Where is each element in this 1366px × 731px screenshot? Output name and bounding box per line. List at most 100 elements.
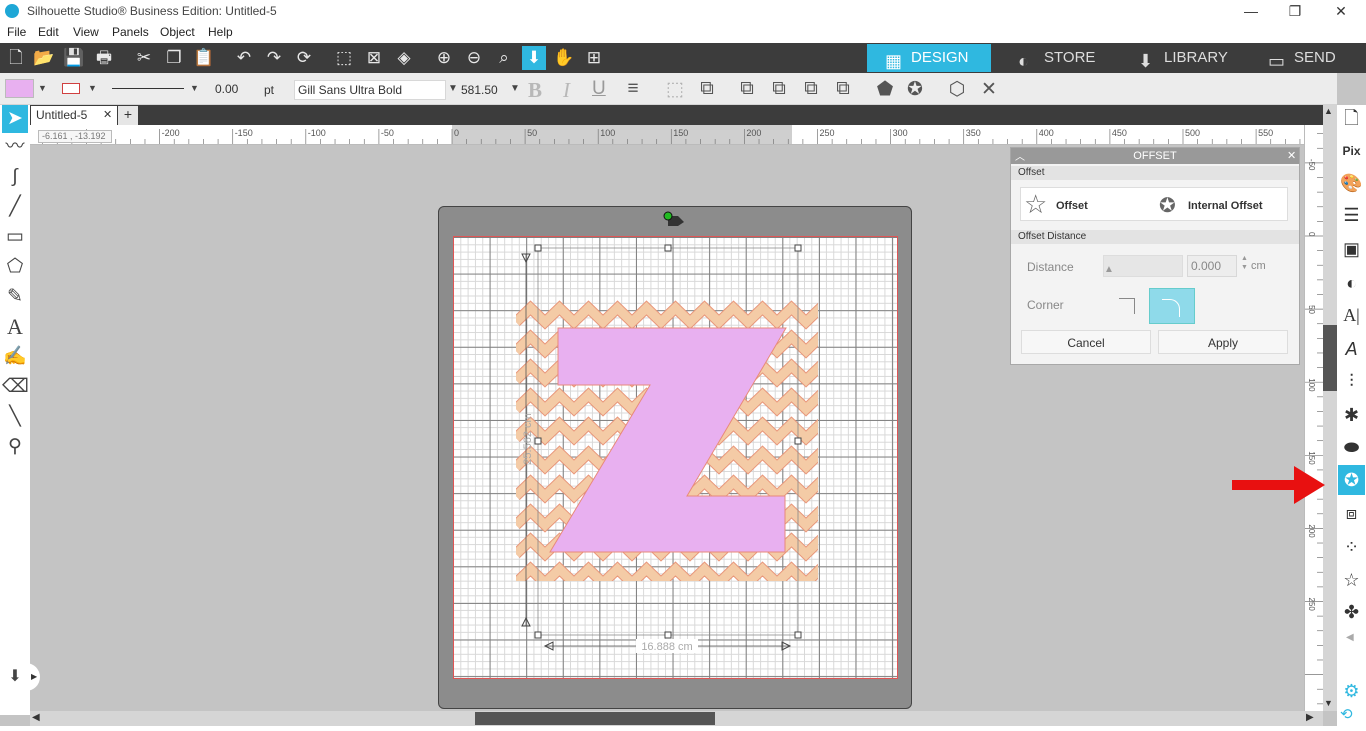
star-favorite-icon[interactable]: ☆ — [1338, 565, 1365, 595]
select-all-icon[interactable]: ⬚ — [332, 46, 356, 70]
settings-gear-icon[interactable]: ⚙ — [1338, 676, 1365, 706]
zoom-in-icon[interactable]: ⊕ — [432, 46, 456, 70]
send-backward-icon[interactable]: ⧉ — [798, 78, 824, 100]
undo-icon[interactable]: ↶ — [232, 46, 256, 70]
fill-palette-icon[interactable]: 🎨 — [1338, 168, 1365, 198]
collapse-panel-icon[interactable]: ◀ — [1346, 632, 1354, 643]
menu-file[interactable]: File — [7, 25, 26, 39]
eyedropper-icon[interactable]: ⚲ — [2, 433, 28, 461]
tab-library[interactable]: ⬇ LIBRARY — [1120, 44, 1238, 72]
sketch-tool-icon[interactable]: ✍ — [2, 343, 28, 371]
copy-icon[interactable]: ❐ — [162, 46, 186, 70]
offset-option[interactable]: ☆ Offset — [1023, 188, 1153, 220]
offset-star-icon[interactable]: ✪ — [902, 78, 928, 101]
ungroup-icon[interactable]: ⧉ — [694, 78, 720, 100]
fit-to-mat-icon[interactable]: ⬇ — [522, 46, 546, 70]
text-to-path-icon[interactable]: A — [1338, 334, 1365, 364]
menu-panels[interactable]: Panels — [112, 25, 149, 39]
fill-dropdown-icon[interactable]: ▼ — [38, 83, 47, 93]
line-style-dropdown-icon[interactable]: ▼ — [190, 83, 199, 93]
collapse-chevron-icon[interactable]: ︿ — [1015, 148, 1025, 163]
sync-icon[interactable]: ⟲ — [1340, 705, 1353, 723]
fit-to-window-icon[interactable]: ⊞ — [582, 46, 606, 70]
distance-stepper-icon[interactable]: ▲ ▼ — [1241, 254, 1248, 272]
menu-object[interactable]: Object — [160, 25, 195, 39]
freehand-pencil-icon[interactable]: ✎ — [2, 283, 28, 311]
vertical-scroll-thumb[interactable] — [1323, 325, 1337, 391]
save-icon[interactable]: 💾 — [62, 46, 86, 70]
menu-help[interactable]: Help — [208, 25, 233, 39]
new-document-icon[interactable]: 🗋 — [4, 46, 28, 70]
bring-forward-icon[interactable]: ⧉ — [766, 78, 792, 100]
send-to-back-icon[interactable]: ⧉ — [830, 78, 856, 100]
edit-points-icon[interactable]: 〰 — [2, 133, 28, 161]
offset-panel-star-icon[interactable]: ✪ — [1338, 465, 1365, 495]
fill-color-swatch[interactable] — [5, 79, 34, 98]
line-tool-icon[interactable]: ╱ — [2, 193, 28, 221]
line-color-dropdown-icon[interactable]: ▼ — [88, 83, 97, 93]
close-x-icon[interactable]: ✕ — [976, 78, 1002, 101]
distance-slider[interactable] — [1103, 255, 1183, 277]
offset-panel-close-icon[interactable]: ✕ — [1287, 149, 1296, 162]
bring-to-front-icon[interactable]: ⧉ — [734, 78, 760, 100]
text-align-icon[interactable]: ≡ — [620, 78, 646, 100]
cancel-button[interactable]: Cancel — [1021, 330, 1151, 354]
line-color-swatch[interactable] — [62, 83, 80, 94]
italic-button[interactable]: I — [563, 78, 570, 103]
line-width-input[interactable]: 0.00 — [212, 80, 258, 100]
corner-round-button[interactable] — [1149, 288, 1195, 324]
line-style-icon[interactable]: ☰ — [1338, 200, 1365, 230]
tab-design[interactable]: ▦ DESIGN — [867, 44, 991, 72]
knife-tool-icon[interactable]: ╲ — [2, 403, 28, 431]
print-icon[interactable]: 🖶 — [92, 46, 116, 70]
library-download-icon[interactable]: ⬇ — [2, 663, 28, 691]
open-folder-icon[interactable]: 📂 — [32, 46, 56, 70]
font-size-dropdown-icon[interactable]: ▼ — [510, 83, 520, 94]
font-family-select[interactable]: Gill Sans Ultra Bold — [294, 80, 446, 100]
redraw-icon[interactable]: ⟳ — [292, 46, 316, 70]
internal-offset-option[interactable]: ✪ Internal Offset — [1157, 188, 1287, 220]
rotate-handle[interactable] — [663, 211, 673, 221]
text-tool-icon[interactable]: A — [2, 313, 28, 341]
page-setup-icon[interactable]: 🗋 — [1338, 103, 1365, 133]
new-tab-button[interactable]: + — [118, 106, 138, 125]
fill-pattern-icon[interactable]: ▣ — [1338, 234, 1365, 264]
underline-button[interactable]: U — [592, 78, 606, 100]
expand-drawer-icon[interactable]: ▶ — [31, 672, 37, 681]
eraser-icon[interactable]: ⌫ — [2, 373, 29, 401]
horizontal-scroll-thumb[interactable] — [475, 712, 715, 725]
cut-icon[interactable]: ✂ — [132, 46, 156, 70]
close-tab-icon[interactable]: ✕ — [103, 108, 112, 121]
scroll-left-icon[interactable]: ◀ — [32, 712, 40, 723]
replicate-icon[interactable]: ✱ — [1338, 400, 1365, 430]
restore-button[interactable]: ❐ — [1272, 0, 1318, 24]
select-arrow-icon[interactable]: ➤ — [2, 105, 28, 133]
menu-view[interactable]: View — [73, 25, 99, 39]
font-size-input[interactable]: 581.50 — [458, 81, 512, 101]
scroll-down-icon[interactable]: ▼ — [1324, 698, 1333, 708]
pixscan-icon[interactable]: Pix — [1338, 136, 1365, 166]
3d-box-icon[interactable]: ⬡ — [944, 78, 970, 101]
distance-slider-thumb[interactable]: ▲ — [1104, 264, 1114, 275]
close-window-button[interactable]: ✕ — [1318, 0, 1364, 24]
bold-button[interactable]: B — [528, 78, 542, 103]
font-family-dropdown-icon[interactable]: ▼ — [448, 83, 458, 94]
vertical-scrollbar[interactable] — [1323, 105, 1337, 711]
align-icon[interactable]: ⫶ — [1338, 366, 1365, 396]
corner-sharp-button[interactable] — [1111, 290, 1145, 324]
weld-icon[interactable]: ⬟ — [872, 78, 898, 101]
scroll-up-icon[interactable]: ▲ — [1324, 106, 1333, 116]
modify-icon[interactable]: ⬬ — [1338, 432, 1365, 462]
trace-icon[interactable]: ⧈ — [1338, 498, 1365, 528]
apply-button[interactable]: Apply — [1158, 330, 1288, 354]
rectangle-tool-icon[interactable]: ▭ — [2, 223, 28, 251]
zoom-select-icon[interactable]: ⌕ — [492, 46, 516, 70]
deselect-icon[interactable]: ⊠ — [362, 46, 386, 70]
bezier-curve-icon[interactable]: ∫ — [2, 163, 28, 191]
polygon-tool-icon[interactable]: ⬠ — [2, 253, 28, 281]
redo-icon[interactable]: ↷ — [262, 46, 286, 70]
text-style-icon[interactable]: A| — [1338, 300, 1365, 330]
minimize-button[interactable]: — — [1228, 0, 1274, 24]
group-icon[interactable]: ⬚ — [662, 78, 688, 101]
contrast-icon[interactable]: ◐ — [1338, 268, 1365, 298]
